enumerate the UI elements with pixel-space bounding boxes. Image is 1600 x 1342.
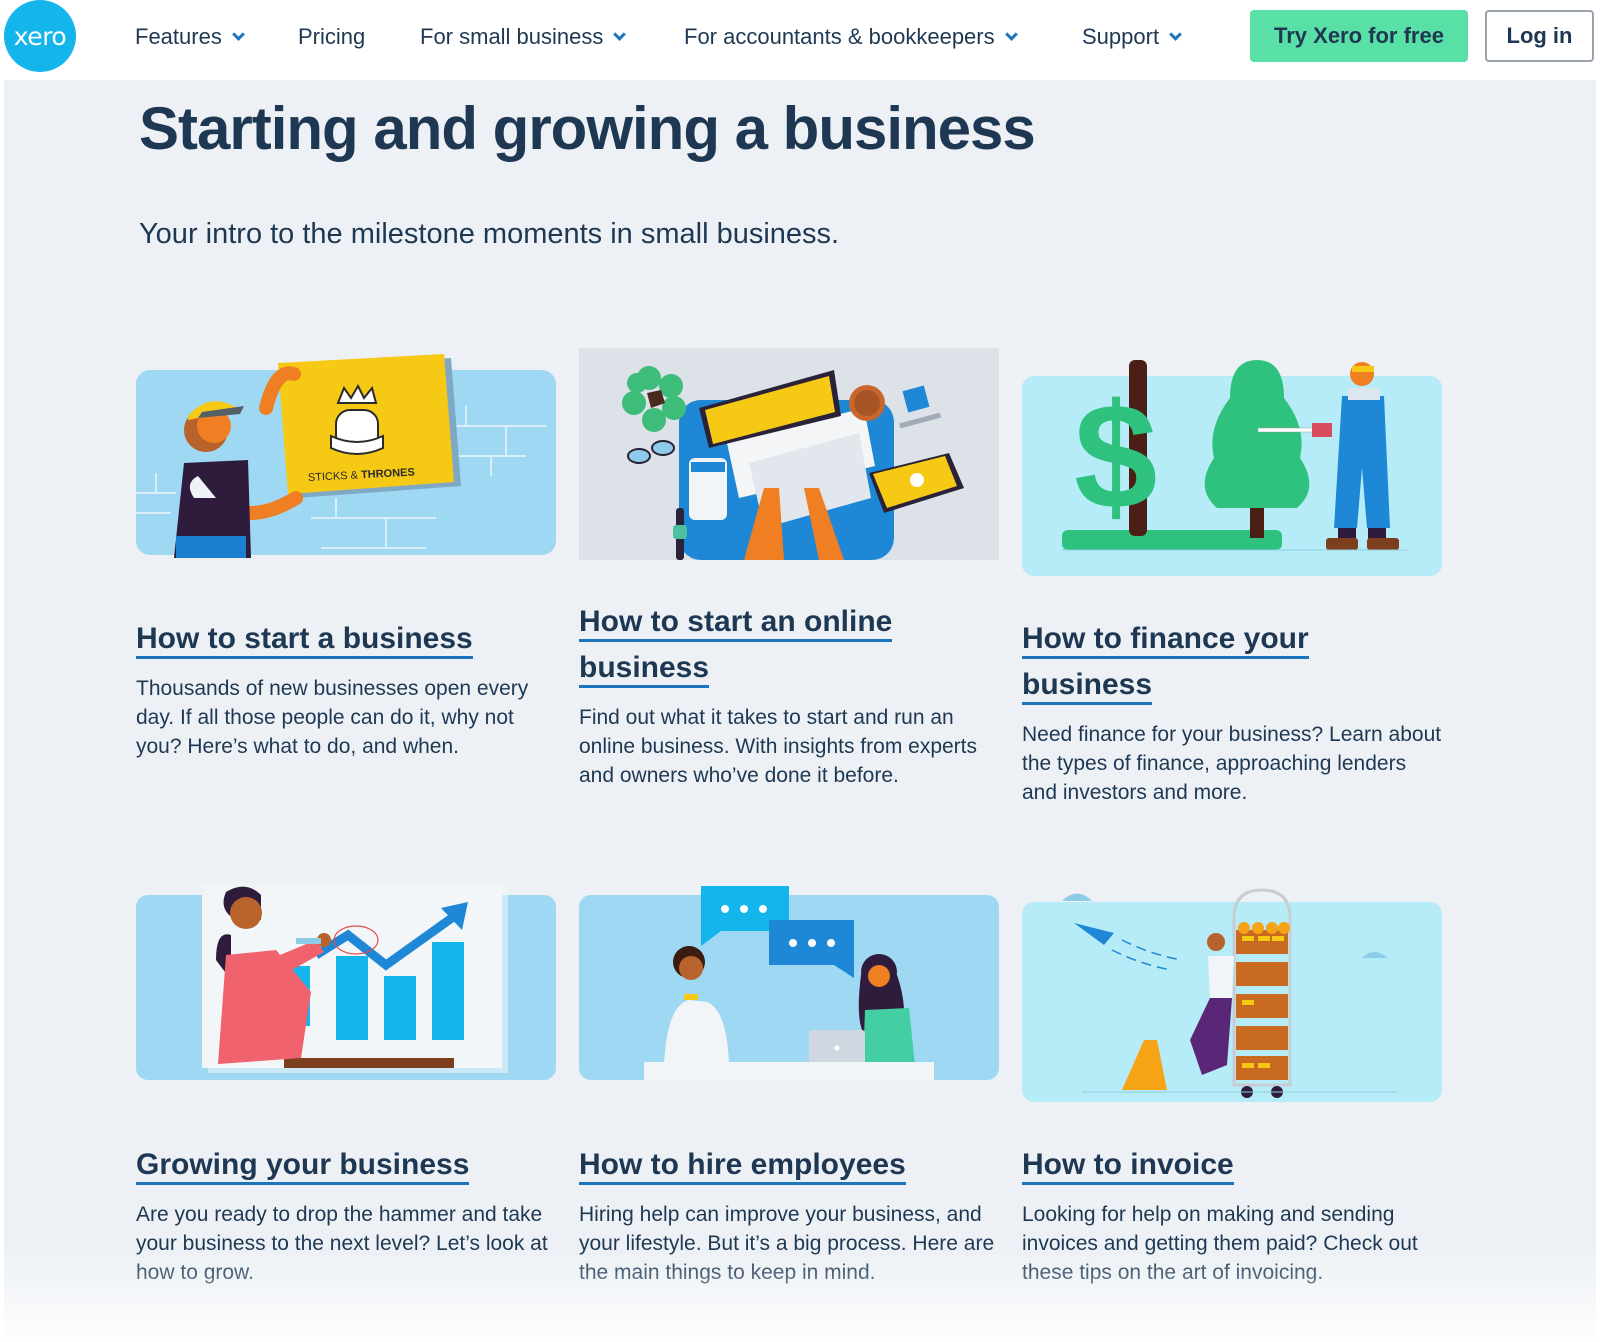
card-description: Thousands of new businesses open every d…: [136, 677, 529, 758]
chevron-down-icon: [231, 27, 245, 41]
growing-business-illustration[interactable]: [136, 880, 556, 1080]
nav-small-business[interactable]: For small business: [420, 22, 627, 52]
card-description: Need finance for your business? Learn ab…: [1022, 723, 1442, 804]
card-title-link[interactable]: How to finance your business: [1022, 616, 1442, 708]
online-business-illustration[interactable]: [579, 348, 999, 560]
try-xero-free-button[interactable]: Try Xero for free: [1250, 10, 1468, 62]
finance-business-illustration[interactable]: $: [1022, 348, 1442, 578]
nav-pricing-label: Pricing: [298, 24, 366, 49]
online-business-image: [579, 348, 999, 560]
card-description: Are you ready to drop the hammer and tak…: [136, 1203, 548, 1284]
chevron-down-icon: [1004, 27, 1018, 41]
card-title-link[interactable]: How to invoice: [1022, 1142, 1442, 1188]
page-title: Starting and growing a business: [139, 95, 1036, 162]
nav-features-label: Features: [135, 24, 222, 49]
chevron-down-icon: [1169, 27, 1182, 41]
invoice-illustration[interactable]: [1022, 880, 1442, 1105]
card-description: Hiring help can improve your business, a…: [579, 1203, 995, 1284]
nav-support[interactable]: Support: [1082, 22, 1182, 52]
nav-small-business-label: For small business: [420, 24, 604, 49]
card-description: Find out what it takes to start and run …: [579, 706, 978, 787]
dollar-shape: $: [1074, 372, 1157, 540]
invoice-image: [1022, 888, 1442, 1102]
card-description: Looking for help on making and sending i…: [1022, 1203, 1418, 1284]
top-navigation: xero Features Pricing For small business…: [0, 0, 1600, 80]
hire-employees-illustration[interactable]: [579, 880, 999, 1080]
xero-logo[interactable]: xero: [4, 0, 76, 72]
chevron-down-icon: [613, 27, 627, 41]
finance-business-image: $: [1022, 360, 1442, 576]
card-title-link[interactable]: How to start an online business: [579, 599, 999, 691]
card-title-link[interactable]: Growing your business: [136, 1142, 556, 1188]
growing-business-image: [136, 883, 556, 1080]
login-button[interactable]: Log in: [1485, 10, 1594, 62]
main-content: Starting and growing a business Your int…: [4, 80, 1596, 1342]
nav-features[interactable]: Features: [135, 22, 245, 52]
card-title-link[interactable]: How to start a business: [136, 616, 556, 662]
nav-accountants-label: For accountants & bookkeepers: [684, 24, 995, 49]
page-subtitle: Your intro to the milestone moments in s…: [139, 218, 840, 250]
card-title-link[interactable]: How to hire employees: [579, 1142, 999, 1188]
start-business-image: STICKS & THRONES: [136, 354, 556, 558]
nav-accountants[interactable]: For accountants & bookkeepers: [684, 22, 1018, 52]
nav-support-label: Support: [1082, 24, 1160, 49]
hire-employees-image: [579, 886, 999, 1080]
nav-pricing[interactable]: Pricing: [298, 22, 365, 52]
start-business-illustration[interactable]: STICKS & THRONES: [136, 348, 556, 558]
